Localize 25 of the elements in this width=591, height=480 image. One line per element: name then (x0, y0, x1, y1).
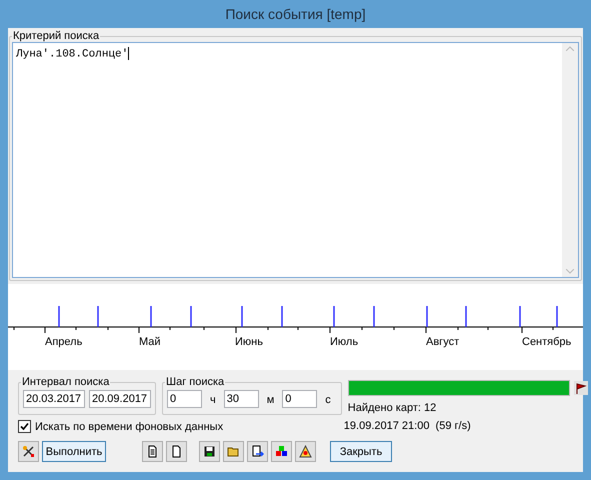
checkbox-label: Искать по времени фоновых данных (35, 420, 224, 432)
unit-label: м (266, 394, 274, 406)
group-label: Шаг поиска (165, 376, 226, 388)
query-field[interactable]: Луна'.108.Солнце' (12, 42, 579, 278)
group-label: Интервал поиска (21, 376, 110, 388)
group-label: Критерий поиска (12, 30, 100, 42)
unit-label: с (325, 394, 331, 406)
month-label: Июнь (235, 336, 263, 348)
number-field[interactable]: 0 (167, 390, 202, 408)
date-field[interactable]: 20.03.2017 (23, 390, 85, 408)
query-text: Луна'.108.Солнце' (15, 46, 130, 62)
close-button[interactable]: Закрыть (330, 441, 392, 462)
current-time: 19.09.2017 21:00 (59 г/s) (344, 420, 472, 432)
month-label: Апрель (45, 336, 82, 348)
date-field[interactable]: 20.09.2017 (89, 390, 151, 408)
run-button[interactable]: Выполнить (42, 441, 106, 462)
month-label: Июль (330, 336, 358, 348)
found-count: Найдено карт: 12 (348, 402, 438, 414)
number-field[interactable]: 0 (282, 390, 318, 408)
month-label: Сентябрь (522, 336, 572, 348)
number-field[interactable]: 30 (224, 390, 259, 408)
window-title: Поиск события [temp] (224, 5, 367, 24)
month-label: Май (139, 336, 161, 348)
unit-label: ч (210, 394, 216, 406)
month-label: Август (426, 336, 460, 348)
